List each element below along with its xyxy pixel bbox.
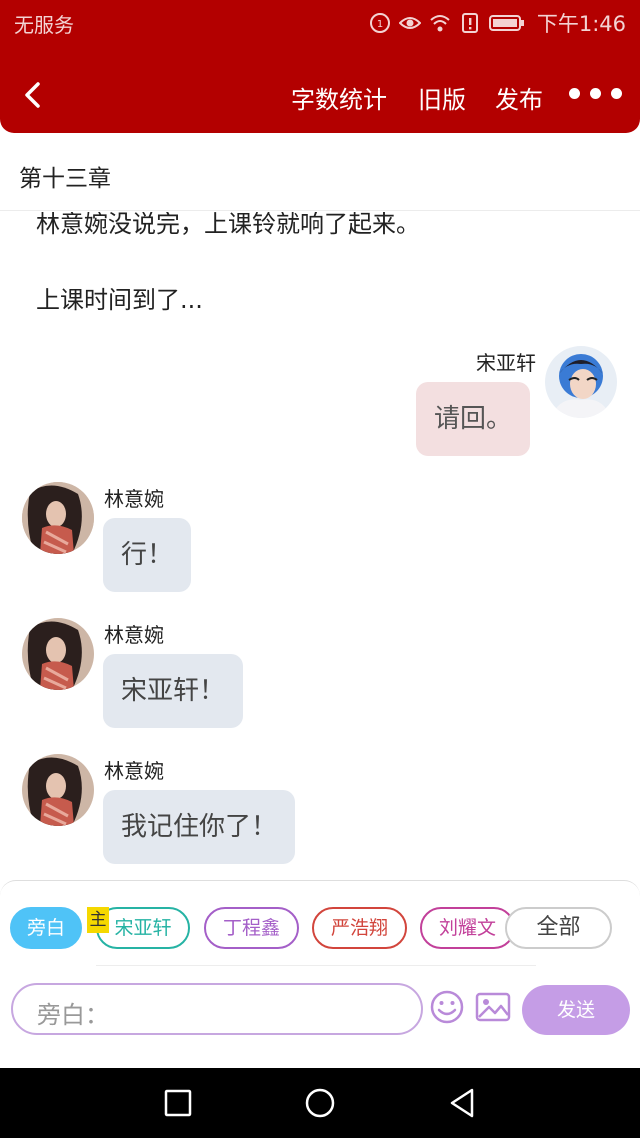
composer-panel: 旁白 宋亚轩 丁程鑫 严浩翔 刘耀文 全部 主 旁白： 发送 bbox=[0, 880, 640, 1040]
battery-icon bbox=[488, 15, 524, 31]
publish-button[interactable]: 发布 bbox=[495, 80, 543, 115]
speaker-name: 宋亚轩 bbox=[476, 351, 536, 375]
narration-paragraph: 上课时间到了... bbox=[36, 286, 203, 314]
status-icons: 1 下午1:46 bbox=[369, 8, 626, 38]
status-bar: 无服务 1 下午1:46 bbox=[0, 0, 640, 44]
carrier-label: 无服务 bbox=[14, 13, 74, 37]
svg-text:1: 1 bbox=[377, 19, 383, 30]
sim-alert-icon bbox=[461, 13, 478, 33]
narration-paragraph: 林意婉没说完，上课铃就响了起来。 bbox=[36, 212, 420, 238]
data-saver-icon: 1 bbox=[369, 13, 390, 33]
role-chip-yan-haoxiang[interactable]: 严浩翔 bbox=[312, 907, 407, 949]
role-chip-ding-chengxin[interactable]: 丁程鑫 bbox=[204, 907, 299, 949]
recent-apps-icon[interactable] bbox=[161, 1086, 195, 1120]
eye-icon bbox=[398, 17, 421, 29]
top-bar: 无服务 1 下午1:46 字数统计 旧版 发布 bbox=[0, 0, 640, 133]
emoji-icon[interactable] bbox=[429, 989, 465, 1025]
role-chip-all[interactable]: 全部 bbox=[505, 907, 612, 949]
avatar-image bbox=[545, 346, 617, 418]
speaker-name: 林意婉 bbox=[104, 487, 164, 511]
more-options-icon[interactable] bbox=[569, 88, 622, 99]
story-content[interactable]: 林意婉没说完，上课铃就响了起来。 上课时间到了... 宋亚轩 请回。 林意婉 行… bbox=[0, 212, 640, 880]
message-input[interactable]: 旁白： bbox=[11, 983, 423, 1035]
speaker-name: 林意婉 bbox=[104, 759, 164, 783]
image-icon[interactable] bbox=[475, 991, 511, 1023]
avatar-image bbox=[22, 754, 94, 826]
avatar[interactable] bbox=[22, 482, 94, 554]
avatar[interactable] bbox=[22, 754, 94, 826]
wifi-icon bbox=[430, 15, 450, 32]
speaker-name: 林意婉 bbox=[104, 623, 164, 647]
role-chip-narration[interactable]: 旁白 bbox=[10, 907, 82, 949]
message-bubble[interactable]: 我记住你了！ bbox=[103, 790, 296, 864]
bottom-spacer bbox=[0, 1040, 640, 1068]
old-version-button[interactable]: 旧版 bbox=[418, 80, 466, 115]
chapter-header: 第十三章 bbox=[0, 133, 640, 211]
role-chip-liu-yaowen[interactable]: 刘耀文 bbox=[420, 907, 515, 949]
message-bubble[interactable]: 宋亚轩！ bbox=[103, 654, 244, 728]
divider bbox=[96, 965, 536, 966]
main-role-tag: 主 bbox=[87, 907, 109, 933]
back-arrow-icon[interactable] bbox=[20, 80, 46, 110]
send-button[interactable]: 发送 bbox=[522, 985, 630, 1035]
app-bar: 字数统计 旧版 发布 bbox=[0, 60, 640, 132]
avatar-image bbox=[22, 618, 94, 690]
back-nav-icon[interactable] bbox=[445, 1086, 479, 1120]
word-count-button[interactable]: 字数统计 bbox=[291, 80, 387, 115]
chapter-title[interactable]: 第十三章 bbox=[19, 159, 111, 193]
message-bubble[interactable]: 行！ bbox=[103, 518, 192, 592]
input-placeholder: 旁白： bbox=[37, 1001, 109, 1029]
system-nav-bar bbox=[0, 1068, 640, 1138]
role-chip-song-yaxuan[interactable]: 宋亚轩 bbox=[96, 907, 190, 949]
avatar-image bbox=[22, 482, 94, 554]
home-icon[interactable] bbox=[303, 1086, 337, 1120]
avatar[interactable] bbox=[22, 618, 94, 690]
message-bubble[interactable]: 请回。 bbox=[416, 382, 531, 456]
avatar[interactable] bbox=[545, 346, 617, 418]
clock: 下午1:46 bbox=[536, 12, 626, 36]
